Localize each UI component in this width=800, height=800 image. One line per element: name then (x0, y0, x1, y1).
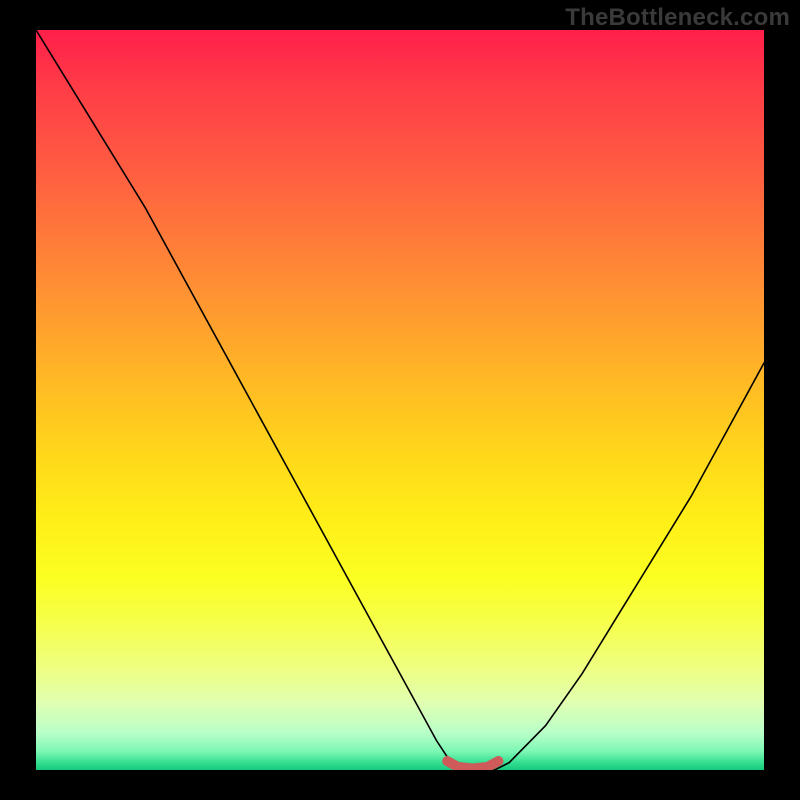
plot-area (36, 30, 764, 770)
optimal-range-marker (447, 761, 498, 768)
bottleneck-curve-svg (36, 30, 764, 770)
bottleneck-curve (36, 30, 764, 770)
chart-frame: TheBottleneck.com (0, 0, 800, 800)
watermark-text: TheBottleneck.com (565, 4, 790, 32)
optimal-range-end-dot (493, 756, 503, 766)
optimal-range-start-dot (442, 756, 452, 766)
